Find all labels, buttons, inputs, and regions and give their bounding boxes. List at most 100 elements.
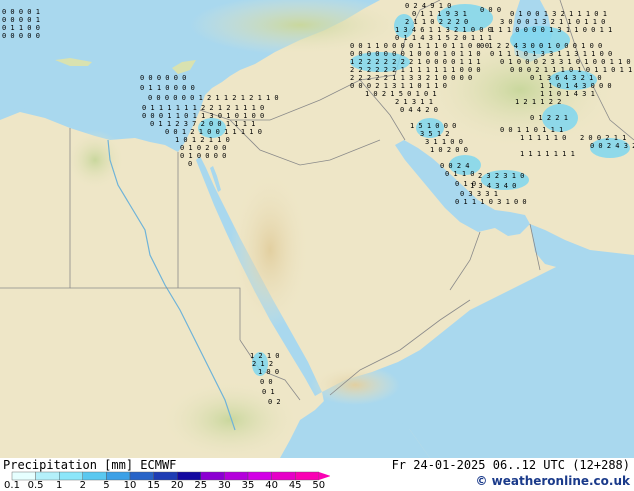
legend-swatch: [35, 471, 60, 481]
svg-text:0 0 0 0 0: 0 0 0 0 0: [2, 32, 40, 40]
svg-text:1 0 2 0 0: 1 0 2 0 0: [430, 146, 468, 154]
svg-text:1 0 2 1 5 0 1 0 1: 1 0 2 1 5 0 1 0 1: [365, 90, 437, 98]
legend-tick: 40: [265, 480, 278, 491]
svg-text:0: 0: [188, 160, 192, 168]
svg-text:0 1 0 0 0 0: 0 1 0 0 0 0: [180, 152, 226, 160]
svg-text:0 0 0 0 0 0 0 1 0 0 0 1 0 1 1: 0 0 0 0 0 0 0 1 0 0 0 1 0 1 1 0: [350, 50, 481, 58]
svg-text:0 1 1 0: 0 1 1 0: [445, 170, 475, 178]
legend-variable: Precipitation [mm]: [3, 458, 134, 472]
legend-arrow: [318, 472, 330, 480]
svg-text:1 0 1 2 1 1 0: 1 0 1 2 1 1 0: [175, 136, 230, 144]
terrain-tan-yemen: [310, 365, 400, 405]
legend-model: ECMWF: [140, 458, 177, 472]
legend-tick: 0.1: [4, 480, 20, 491]
svg-text:0 1 1 0 0 0 0: 0 1 1 0 0 0 0: [140, 84, 195, 92]
svg-text:0 1 2 2 1: 0 1 2 2 1: [530, 114, 568, 122]
svg-text:1 0 0: 1 0 0: [258, 368, 279, 376]
legend-swatch: [224, 471, 249, 481]
svg-text:0 0 1 2 1 0 0 1 1 1 1 0: 0 0 1 2 1 0 0 1 1 1 1 0: [165, 128, 262, 136]
legend-tick: 30: [218, 480, 231, 491]
legend-tick: 1: [56, 480, 63, 491]
svg-text:0 1 1 1 0 1 3 3 1 1 3 1 1 0 0: 0 1 1 1 0 1 3 3 1 1 3 1 1 0 0: [490, 50, 612, 58]
terrain-tan-hejaz: [230, 170, 310, 330]
terrain-green-ethiopia: [160, 380, 300, 458]
legend-title: Precipitation [mm] ECMWF: [3, 458, 176, 472]
svg-text:2 1 1 0 2 2 2 0: 2 1 1 0 2 2 2 0: [405, 18, 468, 26]
svg-text:2 1 2: 2 1 2: [252, 360, 273, 368]
legend-swatch: [176, 471, 201, 481]
svg-text:0 1 1 4 3 1 5 2 0 1 1 1: 0 1 1 4 3 1 5 2 0 1 1 1: [395, 34, 492, 42]
svg-text:0 0 0 1 1 0 1 1 3 0 1 0 1 0 0: 0 0 0 1 1 0 1 1 3 0 1 0 1 0 0: [142, 112, 264, 120]
legend-tick: 45: [288, 480, 302, 491]
legend-swatch: [200, 471, 225, 481]
legend-tick: 25: [194, 480, 208, 491]
svg-text:1 3 4 3 4 0: 1 3 4 3 4 0: [470, 182, 516, 190]
svg-text:2 3 2 3 1 0: 2 3 2 3 1 0: [478, 172, 524, 180]
credit-link[interactable]: © weatheronline.co.uk: [475, 474, 630, 488]
svg-text:1 5 1 0 0 0: 1 5 1 0 0 0: [410, 122, 456, 130]
legend-tick: 50: [312, 480, 326, 491]
legend-swatch: [271, 471, 296, 481]
svg-text:2 2 2 2 2 2 1 1 1 1 1 1 1 0 0: 2 2 2 2 2 2 1 1 1 1 1 1 1 0 0 0: [350, 66, 481, 74]
legend-tick: 10: [123, 480, 137, 491]
legend-swatch: [59, 471, 84, 481]
legend-color-scale: [11, 471, 330, 481]
svg-text:3 1 1 0 0: 3 1 1 0 0: [425, 138, 463, 146]
svg-text:1 1 1 1 1 0: 1 1 1 1 1 0: [520, 134, 566, 142]
run-info: Fr 24-01-2025 06..12 UTC (12+288): [391, 458, 630, 472]
svg-text:1 1 1 1 1 1 1: 1 1 1 1 1 1 1: [520, 150, 575, 158]
svg-text:0 0: 0 0: [260, 378, 273, 386]
svg-text:1 2 1 0: 1 2 1 0: [250, 352, 280, 360]
svg-text:0 1 0 0 1 3 2 1 1 1 0 1: 0 1 0 0 1 3 2 1 1 1 0 1: [510, 10, 607, 18]
svg-text:0 1 2 2 4 3 0 0 1 0 0 0 1 0 0: 0 1 2 2 4 3 0 0 1 0 0 0 1 0 0: [480, 42, 602, 50]
legend-swatch: [247, 471, 272, 481]
svg-text:0 1 0 2 0 0: 0 1 0 2 0 0: [180, 144, 226, 152]
svg-text:0 1 1 1 0 3 1 0 0: 0 1 1 1 0 3 1 0 0: [455, 198, 527, 206]
legend-swatch: [11, 471, 36, 481]
svg-text:0 2: 0 2: [268, 398, 281, 406]
svg-text:0 0 1 1 0 0 0 0 1 1 1 0 1 1 0: 0 0 1 1 0 0 0 0 1 1 1 0 1 1 0 0 0: [350, 42, 489, 50]
svg-text:0 3 3 3 1: 0 3 3 3 1: [460, 190, 498, 198]
legend-swatch: [295, 471, 320, 481]
svg-text:1 1 0 1 4 3 1: 1 1 0 1 4 3 1: [540, 90, 595, 98]
svg-text:2 0 0 2 1 1: 2 0 0 2 1 1: [580, 134, 626, 142]
weather-map: 0 0 0 0 1 0 0 0 0 1 0 1 1 0 0 0 0 0 0 0 …: [0, 0, 634, 458]
terrain-green-nile: [65, 130, 125, 190]
legend-tick: 0.5: [27, 480, 44, 491]
svg-text:1 2 1 1 2 2: 1 2 1 1 2 2: [515, 98, 561, 106]
svg-text:0 1 1 1 1 1 1 2 2 1 2 1 1 1 0: 0 1 1 1 1 1 1 2 2 1 2 1 1 1 0: [142, 104, 264, 112]
svg-text:0 0 2 4: 0 0 2 4: [440, 162, 470, 170]
svg-text:0 4 4 2 0: 0 4 4 2 0: [400, 106, 438, 114]
svg-text:0 1 1 1 9 3 1: 0 1 1 1 9 3 1: [412, 10, 467, 18]
svg-text:3 0 0 0 1 3 2 1 1 0 1 1 0: 3 0 0 0 1 3 2 1 1 0 1 1 0: [500, 18, 605, 26]
svg-text:0 1 1 0 0: 0 1 1 0 0: [2, 24, 40, 32]
legend-swatch: [106, 471, 131, 481]
svg-text:0 0 0 0 1: 0 0 0 0 1: [2, 8, 40, 16]
svg-text:0 1 3 6 4 3 2 1 0: 0 1 3 6 4 3 2 1 0: [530, 74, 602, 82]
legend-tick: 2: [79, 480, 86, 491]
svg-text:2 1 3 1 1: 2 1 3 1 1: [395, 98, 433, 106]
svg-text:1 1 0 1 4 3 0 0 0: 1 1 0 1 4 3 0 0 0: [540, 82, 612, 90]
svg-text:0 1: 0 1: [262, 388, 275, 396]
legend-swatch: [129, 471, 154, 481]
svg-text:0 0 0 0 1: 0 0 0 0 1: [2, 16, 40, 24]
legend-tick: 5: [103, 480, 110, 491]
svg-text:1 3 4 6 1 1 3 2 1 0 0 0: 1 3 4 6 1 1 3 2 1 0 0 0: [395, 26, 492, 34]
svg-text:0 0 0: 0 0 0: [480, 6, 501, 14]
svg-text:0 0 0 0 0 0 1 2 1 1 2 1 2 1 1: 0 0 0 0 0 0 1 2 1 1 2 1 2 1 1 0: [148, 94, 279, 102]
svg-text:0 1 1 2 3 7 2 0 0 1 1 1 1: 0 1 1 2 3 7 2 0 0 1 1 1 1: [150, 120, 255, 128]
legend-swatch: [153, 471, 178, 481]
svg-text:0 0 0 0 0 0: 0 0 0 0 0 0: [140, 74, 186, 82]
svg-text:0 0 2 4 3 2: 0 0 2 4 3 2: [590, 142, 634, 150]
legend-swatch: [82, 471, 107, 481]
svg-text:0 2 4 9 1 0: 0 2 4 9 1 0: [405, 2, 451, 10]
legend-tick: 20: [170, 480, 184, 491]
svg-text:0 0 1 1 0 1 1 1: 0 0 1 1 0 1 1 1: [500, 126, 563, 134]
svg-text:0 1 0 0 0 2 3 3 1 0 1 0 0 1 1: 0 1 0 0 0 2 3 3 1 0 1 0 0 1 1 0: [500, 58, 631, 66]
legend-tick: 15: [147, 480, 160, 491]
svg-text:1 2 2 2 2 2 2 2 1 0 0 0 0 1 1: 1 2 2 2 2 2 2 2 1 0 0 0 0 1 1 1: [350, 58, 481, 66]
legend-tick: 35: [241, 480, 255, 491]
svg-text:2 2 2 2 2 1 1 3 3 2 1 0 0 0 0: 2 2 2 2 2 1 1 3 3 2 1 0 0 0 0: [350, 74, 472, 82]
svg-text:1 1 1 0 0 0 0 1 3 1 1 0 0 1 1: 1 1 1 0 0 0 0 1 3 1 1 0 0 1 1: [490, 26, 612, 34]
svg-text:0 0 0 2 1 1 1 0 1 0 1 1 0 1 1: 0 0 0 2 1 1 1 0 1 0 1 1 0 1 1 0: [510, 66, 634, 74]
